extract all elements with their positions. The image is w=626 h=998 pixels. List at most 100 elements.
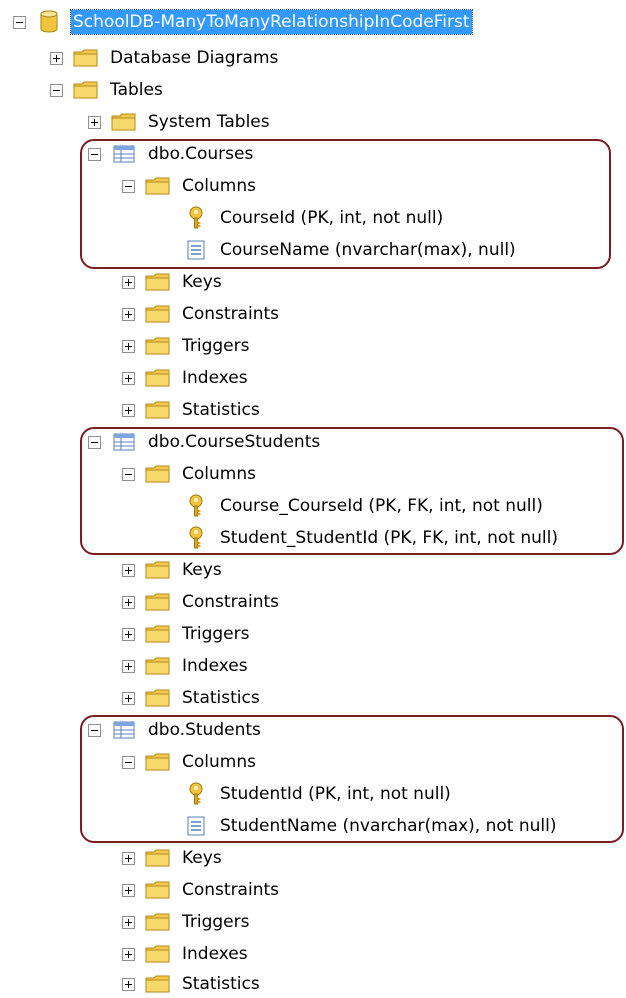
tree-node-columns[interactable]: Columns bbox=[122, 460, 258, 488]
tree-node-column[interactable]: Course_CourseId (PK, FK, int, not null) bbox=[160, 492, 545, 520]
column-label[interactable]: Student_StudentId (PK, FK, int, not null… bbox=[218, 526, 560, 550]
tree-node-database[interactable]: SchoolDB-ManyToManyRelationshipInCodeFir… bbox=[13, 8, 473, 36]
node-label[interactable]: Keys bbox=[180, 270, 224, 294]
folder-icon bbox=[144, 335, 172, 357]
primary-key-icon bbox=[182, 526, 210, 549]
node-label[interactable]: Statistics bbox=[180, 686, 262, 710]
expand-toggle[interactable] bbox=[122, 851, 135, 865]
tree-node-table-students[interactable]: dbo.Students bbox=[88, 716, 263, 744]
tree-node-keys[interactable]: Keys bbox=[122, 844, 224, 872]
node-label[interactable]: Indexes bbox=[180, 942, 250, 966]
tree-node-column[interactable]: CourseName (nvarchar(max), null) bbox=[160, 236, 518, 264]
tree-node-column[interactable]: CourseId (PK, int, not null) bbox=[160, 204, 445, 232]
tree-node-table-coursestudents[interactable]: dbo.CourseStudents bbox=[88, 428, 322, 456]
node-label[interactable]: Statistics bbox=[180, 972, 262, 996]
primary-key-icon bbox=[182, 206, 210, 229]
collapse-toggle[interactable] bbox=[88, 723, 101, 737]
expand-toggle[interactable] bbox=[122, 659, 135, 673]
database-label[interactable]: SchoolDB-ManyToManyRelationshipInCodeFir… bbox=[70, 9, 473, 35]
tree-node-columns[interactable]: Columns bbox=[122, 748, 258, 776]
tree-node-indexes[interactable]: Indexes bbox=[122, 652, 250, 680]
tree-node-column[interactable]: Student_StudentId (PK, FK, int, not null… bbox=[160, 524, 560, 552]
node-label[interactable]: Indexes bbox=[180, 654, 250, 678]
tree-node-table-courses[interactable]: dbo.Courses bbox=[88, 140, 255, 168]
expand-toggle[interactable] bbox=[122, 563, 135, 577]
folder-icon bbox=[144, 847, 172, 869]
tree-node-tables[interactable]: Tables bbox=[50, 76, 165, 104]
collapse-toggle[interactable] bbox=[122, 467, 135, 481]
node-label[interactable]: Indexes bbox=[180, 366, 250, 390]
expand-toggle[interactable] bbox=[122, 275, 135, 289]
node-label[interactable]: Statistics bbox=[180, 398, 262, 422]
expand-toggle[interactable] bbox=[122, 691, 135, 705]
tree-node-triggers[interactable]: Triggers bbox=[122, 620, 252, 648]
node-label[interactable]: Keys bbox=[180, 846, 224, 870]
expand-toggle[interactable] bbox=[88, 115, 101, 129]
tree-node-statistics[interactable]: Statistics bbox=[122, 396, 262, 424]
node-label[interactable]: dbo.Courses bbox=[146, 142, 255, 166]
expand-toggle[interactable] bbox=[122, 947, 135, 961]
node-label[interactable]: Triggers bbox=[180, 910, 252, 934]
expand-toggle[interactable] bbox=[50, 51, 63, 65]
tree-node-indexes[interactable]: Indexes bbox=[122, 940, 250, 968]
collapse-toggle[interactable] bbox=[50, 83, 63, 97]
tree-node-statistics[interactable]: Statistics bbox=[122, 970, 262, 998]
expand-toggle[interactable] bbox=[122, 627, 135, 641]
collapse-toggle[interactable] bbox=[13, 15, 26, 29]
node-label[interactable]: Columns bbox=[180, 462, 258, 486]
expand-toggle[interactable] bbox=[122, 339, 135, 353]
folder-icon bbox=[144, 591, 172, 613]
node-label[interactable]: Triggers bbox=[180, 334, 252, 358]
folder-icon bbox=[144, 911, 172, 933]
tree-node-columns[interactable]: Columns bbox=[122, 172, 258, 200]
expand-toggle[interactable] bbox=[122, 883, 135, 897]
collapse-toggle[interactable] bbox=[88, 147, 101, 161]
column-label[interactable]: CourseName (nvarchar(max), null) bbox=[218, 238, 518, 262]
folder-icon bbox=[110, 111, 138, 133]
table-icon bbox=[110, 719, 138, 741]
column-label[interactable]: StudentId (PK, int, not null) bbox=[218, 782, 453, 806]
tree-node-indexes[interactable]: Indexes bbox=[122, 364, 250, 392]
tree-node-column[interactable]: StudentId (PK, int, not null) bbox=[160, 780, 453, 808]
column-label[interactable]: CourseId (PK, int, not null) bbox=[218, 206, 445, 230]
tree-node-triggers[interactable]: Triggers bbox=[122, 908, 252, 936]
node-label[interactable]: dbo.CourseStudents bbox=[146, 430, 322, 454]
column-label[interactable]: StudentName (nvarchar(max), not null) bbox=[218, 814, 559, 838]
table-icon bbox=[110, 431, 138, 453]
expand-toggle[interactable] bbox=[122, 307, 135, 321]
node-label[interactable]: Tables bbox=[108, 78, 165, 102]
expand-toggle[interactable] bbox=[122, 915, 135, 929]
tree-node-database-diagrams[interactable]: Database Diagrams bbox=[50, 44, 280, 72]
expand-toggle[interactable] bbox=[122, 371, 135, 385]
column-icon bbox=[182, 239, 210, 261]
node-label[interactable]: Columns bbox=[180, 174, 258, 198]
node-label[interactable]: Triggers bbox=[180, 622, 252, 646]
node-label[interactable]: Constraints bbox=[180, 590, 281, 614]
expand-toggle[interactable] bbox=[122, 403, 135, 417]
tree-node-keys[interactable]: Keys bbox=[122, 268, 224, 296]
node-label[interactable]: Constraints bbox=[180, 878, 281, 902]
expand-toggle[interactable] bbox=[122, 595, 135, 609]
tree-node-constraints[interactable]: Constraints bbox=[122, 588, 281, 616]
node-label[interactable]: System Tables bbox=[146, 110, 272, 134]
tree-node-constraints[interactable]: Constraints bbox=[122, 300, 281, 328]
node-label[interactable]: Columns bbox=[180, 750, 258, 774]
tree-node-column[interactable]: StudentName (nvarchar(max), not null) bbox=[160, 812, 559, 840]
tree-node-system-tables[interactable]: System Tables bbox=[88, 108, 272, 136]
node-label[interactable]: dbo.Students bbox=[146, 718, 263, 742]
column-label[interactable]: Course_CourseId (PK, FK, int, not null) bbox=[218, 494, 545, 518]
folder-icon bbox=[72, 79, 100, 101]
folder-icon bbox=[144, 271, 172, 293]
collapse-toggle[interactable] bbox=[122, 755, 135, 769]
tree-node-keys[interactable]: Keys bbox=[122, 556, 224, 584]
collapse-toggle[interactable] bbox=[88, 435, 101, 449]
tree-node-constraints[interactable]: Constraints bbox=[122, 876, 281, 904]
expand-toggle[interactable] bbox=[122, 977, 135, 991]
node-label[interactable]: Database Diagrams bbox=[108, 46, 280, 70]
folder-icon bbox=[144, 303, 172, 325]
node-label[interactable]: Constraints bbox=[180, 302, 281, 326]
node-label[interactable]: Keys bbox=[180, 558, 224, 582]
tree-node-statistics[interactable]: Statistics bbox=[122, 684, 262, 712]
tree-node-triggers[interactable]: Triggers bbox=[122, 332, 252, 360]
collapse-toggle[interactable] bbox=[122, 179, 135, 193]
